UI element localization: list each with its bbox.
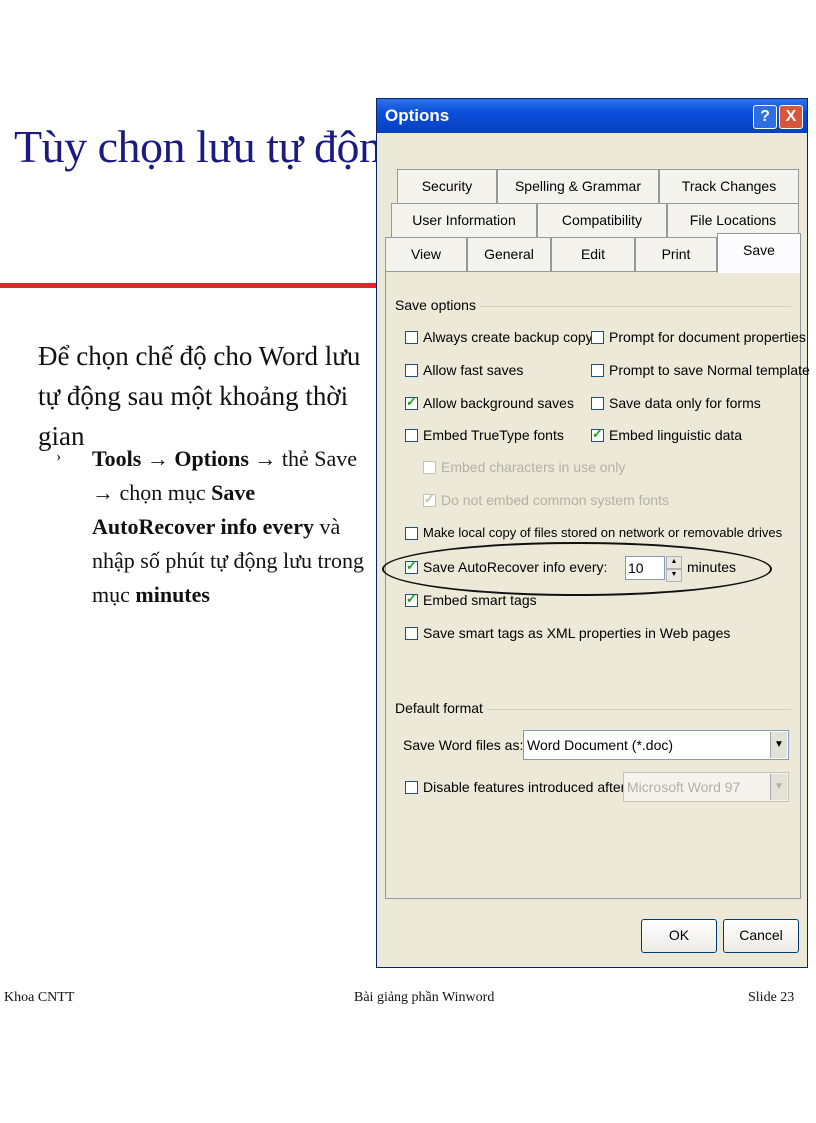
- background-saves-label[interactable]: Allow background saves: [423, 395, 574, 411]
- local-copy-label[interactable]: Make local copy of files stored on netwo…: [423, 525, 782, 540]
- title-divider: [0, 283, 380, 288]
- tab-save[interactable]: Save: [717, 233, 801, 273]
- chars-in-use-checkbox[interactable]: [423, 461, 436, 474]
- save-word-as-select[interactable]: Word Document (*.doc) ▼: [523, 730, 789, 760]
- prompt-props-label[interactable]: Prompt for document properties: [609, 329, 806, 345]
- default-format-label: Default format: [395, 700, 487, 716]
- tab-page-top-edge: [385, 271, 717, 272]
- footer-center: Bài giảng phần Winword: [354, 990, 495, 1005]
- cancel-button[interactable]: Cancel: [723, 919, 799, 953]
- ok-button[interactable]: OK: [641, 919, 717, 953]
- arrow-text: →: [141, 446, 175, 471]
- tab-edit[interactable]: Edit: [551, 237, 635, 271]
- xml-tags-label[interactable]: Save smart tags as XML properties in Web…: [423, 625, 730, 641]
- intro-text: Để chọn chế độ cho Word lưu tự động sau …: [38, 341, 361, 451]
- minutes-word: minutes: [135, 582, 210, 607]
- bullet-marker: ›: [56, 448, 62, 465]
- tab-compatibility[interactable]: Compatibility: [537, 203, 667, 237]
- local-copy-checkbox[interactable]: [405, 527, 418, 540]
- data-forms-label[interactable]: Save data only for forms: [609, 395, 761, 411]
- linguistic-label[interactable]: Embed linguistic data: [609, 427, 742, 443]
- tools-word: Tools: [92, 446, 142, 471]
- tab-file-locations[interactable]: File Locations: [667, 203, 799, 237]
- prompt-normal-label[interactable]: Prompt to save Normal template: [609, 362, 810, 378]
- linguistic-checkbox[interactable]: [591, 426, 604, 442]
- tab-spelling-grammar[interactable]: Spelling & Grammar: [497, 169, 659, 203]
- disable-after-select[interactable]: Microsoft Word 97 ▼: [623, 772, 789, 802]
- no-system-fonts-checkbox[interactable]: [423, 491, 436, 507]
- fast-saves-label[interactable]: Allow fast saves: [423, 362, 523, 378]
- options-dialog: Options ? X Security Spelling & Grammar …: [376, 98, 810, 968]
- footer-left: Khoa CNTT: [4, 990, 75, 1005]
- chevron-down-icon[interactable]: ▼: [770, 732, 787, 758]
- data-forms-checkbox[interactable]: [591, 397, 604, 410]
- background-saves-checkbox[interactable]: [405, 394, 418, 410]
- dialog-title: Options: [385, 106, 450, 125]
- bullet-text: Tools → Options → thẻ Save → chọn mục Sa…: [92, 442, 367, 612]
- slide-title: Tùy chọn lưu tự động: [14, 121, 404, 172]
- fast-saves-checkbox[interactable]: [405, 364, 418, 377]
- prompt-props-checkbox[interactable]: [591, 331, 604, 344]
- smart-tags-checkbox[interactable]: [405, 591, 418, 607]
- xml-tags-checkbox[interactable]: [405, 627, 418, 640]
- prompt-normal-checkbox[interactable]: [591, 364, 604, 377]
- save-word-as-label: Save Word files as:: [403, 737, 524, 753]
- options-word: Options: [174, 446, 249, 471]
- truetype-checkbox[interactable]: [405, 429, 418, 442]
- dialog-titlebar[interactable]: Options ? X: [377, 99, 807, 133]
- save-word-as-value: Word Document (*.doc): [527, 737, 674, 753]
- disable-features-label[interactable]: Disable features introduced after:: [423, 779, 629, 795]
- highlight-ellipse: [382, 542, 772, 596]
- tab-print[interactable]: Print: [635, 237, 717, 271]
- footer-slide-number: Slide 23: [748, 990, 795, 1005]
- tab-user-information[interactable]: User Information: [391, 203, 537, 237]
- help-button[interactable]: ?: [753, 105, 777, 129]
- tab-security[interactable]: Security: [397, 169, 497, 203]
- disable-features-checkbox[interactable]: [405, 781, 418, 794]
- no-system-fonts-label[interactable]: Do not embed common system fonts: [441, 492, 669, 508]
- tab-track-changes[interactable]: Track Changes: [659, 169, 799, 203]
- chars-in-use-label[interactable]: Embed characters in use only: [441, 459, 625, 475]
- truetype-label[interactable]: Embed TrueType fonts: [423, 427, 564, 443]
- save-options-label: Save options: [395, 297, 480, 313]
- backup-label[interactable]: Always create backup copy: [423, 329, 593, 345]
- tab-view[interactable]: View: [385, 237, 467, 271]
- close-button[interactable]: X: [779, 105, 803, 129]
- disable-after-value: Microsoft Word 97: [627, 779, 741, 795]
- chevron-down-icon[interactable]: ▼: [770, 774, 787, 800]
- tab-general[interactable]: General: [467, 237, 551, 271]
- backup-checkbox[interactable]: [405, 331, 418, 344]
